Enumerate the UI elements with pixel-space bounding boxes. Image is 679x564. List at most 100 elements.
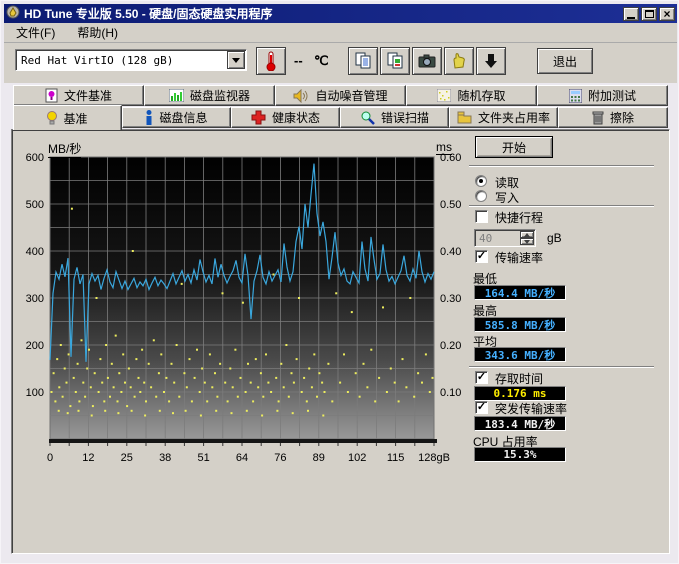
write-radio[interactable]	[475, 190, 487, 202]
tab-disk-monitor[interactable]: 磁盘监视器	[144, 85, 275, 106]
tab-label: 磁盘监视器	[190, 87, 250, 104]
svg-text:25: 25	[121, 452, 133, 464]
save-results-button[interactable]	[476, 47, 506, 75]
toolbar: Red Hat VirtIO (128 gB) -- ℃	[4, 43, 677, 83]
access-time-display: 0.176 ms	[474, 386, 566, 401]
app-icon	[6, 5, 20, 22]
extra-tests-icon	[569, 89, 582, 103]
burst-rate-checkbox[interactable]: ✓	[475, 401, 488, 414]
tab-random-access[interactable]: 随机存取	[406, 85, 537, 106]
chevron-down-icon	[232, 58, 240, 63]
tab-disk-info[interactable]: 磁盘信息	[122, 107, 231, 128]
svg-text:0.30: 0.30	[440, 293, 461, 305]
svg-text:38: 38	[159, 452, 171, 464]
speaker-icon	[293, 89, 309, 103]
options-button[interactable]	[444, 47, 474, 75]
drive-select[interactable]: Red Hat VirtIO (128 gB)	[15, 49, 247, 71]
magnifier-icon	[360, 110, 375, 125]
short-stroke-unit: gB	[547, 231, 562, 245]
info-icon	[145, 110, 153, 125]
tab-folder-usage[interactable]: 文件夹占用率	[449, 107, 558, 128]
minimize-button[interactable]	[623, 7, 639, 21]
menu-file[interactable]: 文件(F)	[12, 22, 59, 43]
svg-text:0: 0	[47, 452, 53, 464]
copy-button[interactable]	[348, 47, 378, 75]
menu-bar: 文件(F) 帮助(H)	[4, 23, 677, 43]
divider	[469, 165, 654, 167]
svg-text:0.20: 0.20	[440, 340, 461, 352]
screenshot-button[interactable]	[412, 47, 442, 75]
svg-text:100: 100	[26, 387, 44, 399]
tab-benchmark[interactable]: 基准	[13, 105, 122, 130]
exit-button[interactable]: 退出	[537, 48, 593, 74]
thermometer-icon	[265, 51, 277, 71]
spinner-down-button[interactable]	[520, 238, 534, 245]
write-radio-label: 写入	[495, 189, 519, 206]
menu-help[interactable]: 帮助(H)	[73, 22, 122, 43]
radio-dot	[479, 179, 483, 183]
tab-label: 基准	[63, 110, 87, 127]
temperature-value: --	[294, 53, 303, 68]
start-button-label: 开始	[502, 139, 526, 156]
short-stroke-label: 快捷行程	[495, 209, 543, 226]
exit-button-label: 退出	[553, 53, 577, 70]
svg-text:102: 102	[348, 452, 366, 464]
short-stroke-spinner[interactable]: 40	[474, 229, 536, 247]
tab-error-scan[interactable]: 错误扫描	[340, 107, 449, 128]
hand-icon	[450, 52, 468, 70]
camera-icon	[418, 53, 436, 69]
temperature-unit: ℃	[314, 53, 329, 69]
random-access-icon	[437, 89, 451, 102]
spinner-up-button[interactable]	[520, 231, 534, 238]
read-radio[interactable]	[475, 175, 487, 187]
up-arrow-icon	[524, 233, 530, 237]
divider	[469, 205, 654, 207]
access-time-checkbox[interactable]: ✓	[475, 371, 488, 384]
right-axis-title: ms	[436, 140, 452, 155]
maximize-button[interactable]	[641, 7, 657, 21]
drive-select-arrow-button[interactable]	[227, 51, 245, 69]
svg-text:0.50: 0.50	[440, 199, 461, 211]
tab-health[interactable]: 健康状态	[231, 107, 340, 128]
svg-text:64: 64	[236, 452, 248, 464]
svg-text:0.10: 0.10	[440, 387, 461, 399]
svg-text:500: 500	[26, 199, 44, 211]
burst-rate-label: 突发传输速率	[495, 400, 567, 417]
copy-image-button[interactable]	[380, 47, 410, 75]
transfer-rate-label: 传输速率	[495, 249, 543, 266]
tab-label: 错误扫描	[381, 109, 429, 126]
burst-rate-display: 183.4 MB/秒	[474, 416, 566, 431]
tab-label: 擦除	[610, 109, 634, 126]
close-button[interactable]: ×	[659, 7, 675, 21]
tab-label: 磁盘信息	[159, 109, 207, 126]
svg-text:200: 200	[26, 340, 44, 352]
temperature-button[interactable]	[256, 47, 286, 75]
benchmark-chart-svg: 6005004003002001000.600.500.400.300.200.…	[12, 130, 671, 475]
start-button[interactable]: 开始	[475, 136, 553, 158]
content-panel: 6005004003002001000.600.500.400.300.200.…	[11, 129, 670, 554]
down-arrow-icon	[483, 52, 499, 70]
folder-icon	[457, 111, 472, 124]
title-bar: HD Tune 专业版 5.50 - 硬盘/固态硬盘实用程序 ×	[4, 4, 677, 23]
tab-erase[interactable]: 擦除	[558, 107, 668, 128]
tab-aam[interactable]: 自动噪音管理	[275, 85, 406, 106]
short-stroke-checkbox[interactable]	[475, 210, 488, 223]
short-stroke-value: 40	[475, 230, 520, 246]
tab-label: 随机存取	[457, 87, 505, 104]
close-icon: ×	[663, 9, 670, 19]
tab-label: 附加测试	[588, 87, 636, 104]
trash-icon	[592, 110, 604, 125]
svg-text:128gB: 128gB	[418, 452, 450, 464]
avg-value-display: 343.6 MB/秒	[474, 347, 566, 362]
copy-image-icon	[386, 52, 404, 70]
svg-text:76: 76	[274, 452, 286, 464]
copy-icon	[354, 52, 372, 70]
tab-label: 自动噪音管理	[315, 87, 387, 104]
tab-extra-tests[interactable]: 附加测试	[537, 85, 668, 106]
check-icon: ✓	[477, 372, 486, 383]
svg-text:600: 600	[26, 152, 44, 164]
svg-text:51: 51	[197, 452, 209, 464]
disk-monitor-icon	[169, 89, 184, 102]
tab-file-benchmark[interactable]: 文件基准	[13, 85, 144, 106]
transfer-rate-checkbox[interactable]: ✓	[475, 250, 488, 263]
